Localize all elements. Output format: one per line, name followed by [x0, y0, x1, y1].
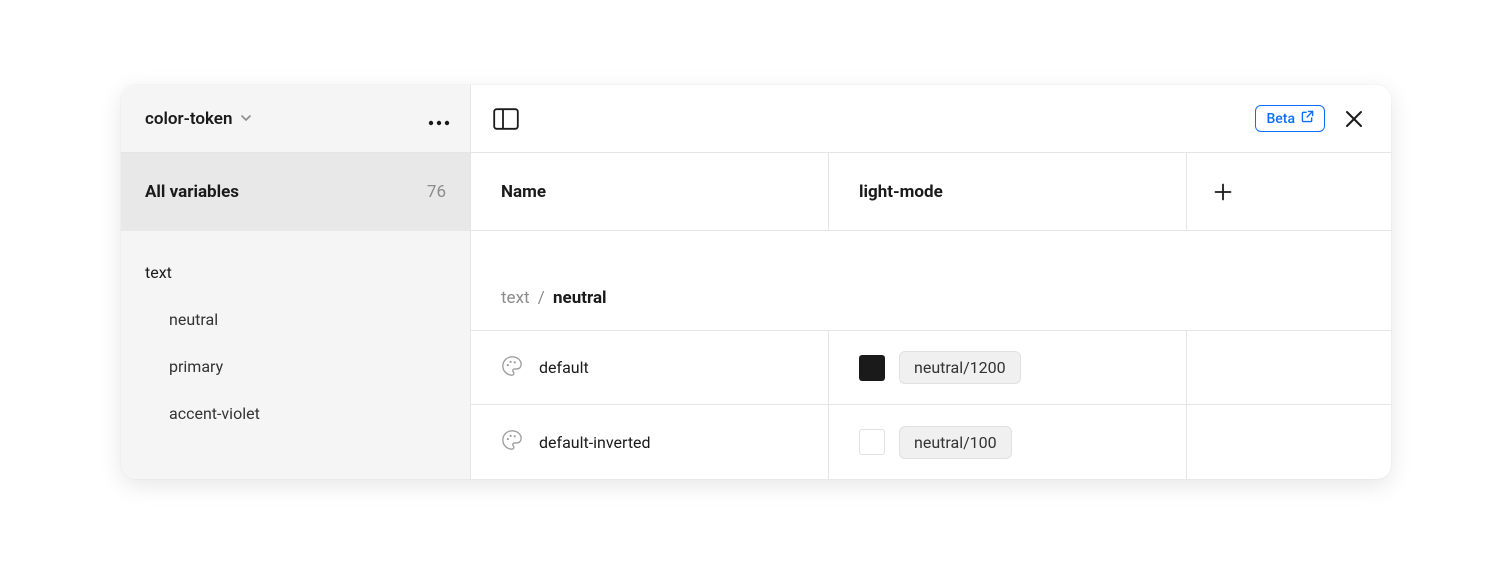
- main: Beta Name li: [471, 85, 1391, 479]
- token-chip: neutral/1200: [899, 351, 1021, 384]
- sidebar-item-label: accent-violet: [169, 404, 260, 423]
- sidebar-item-neutral[interactable]: neutral: [121, 296, 470, 343]
- variable-value-cell[interactable]: neutral/1200: [829, 331, 1187, 404]
- breadcrumb: text / neutral: [471, 231, 1391, 331]
- palette-icon: [501, 429, 523, 455]
- table-header: Name light-mode: [471, 153, 1391, 231]
- collection-dropdown[interactable]: color-token: [145, 109, 252, 129]
- beta-badge[interactable]: Beta: [1255, 105, 1325, 132]
- all-variables-count: 76: [427, 182, 446, 202]
- color-swatch: [859, 429, 885, 455]
- variable-name-cell[interactable]: default-inverted: [471, 405, 829, 479]
- token-chip: neutral/100: [899, 426, 1012, 459]
- sidebar-item-label: primary: [169, 357, 223, 376]
- breadcrumb-parent: text: [501, 288, 530, 308]
- collection-name: color-token: [145, 109, 232, 129]
- close-button[interactable]: [1339, 104, 1369, 134]
- variable-name: default: [539, 358, 589, 377]
- sidebar-item-label: text: [145, 263, 172, 282]
- sidebar-item-primary[interactable]: primary: [121, 343, 470, 390]
- variable-name: default-inverted: [539, 433, 651, 452]
- sidebar-item-text[interactable]: text: [121, 249, 470, 296]
- column-header-mode[interactable]: light-mode: [829, 153, 1187, 230]
- color-swatch: [859, 355, 885, 381]
- sidebar-item-accent-violet[interactable]: accent-violet: [121, 390, 470, 437]
- all-variables-row[interactable]: All variables 76: [121, 153, 470, 231]
- empty-cell: [1187, 331, 1391, 404]
- sidebar: color-token All variables 76 text neutra…: [121, 85, 471, 479]
- more-options-icon[interactable]: [428, 107, 450, 131]
- empty-cell: [1187, 405, 1391, 479]
- close-icon: [1343, 108, 1365, 130]
- sidebar-header: color-token: [121, 85, 470, 153]
- plus-icon: [1213, 182, 1233, 202]
- table-row: default neutral/1200: [471, 331, 1391, 405]
- variables-panel: color-token All variables 76 text neutra…: [121, 85, 1391, 479]
- chevron-down-icon: [240, 109, 252, 129]
- table-row: default-inverted neutral/100: [471, 405, 1391, 479]
- palette-icon: [501, 355, 523, 381]
- beta-label: Beta: [1266, 111, 1295, 127]
- sidebar-toggle-icon[interactable]: [493, 108, 519, 130]
- breadcrumb-separator: /: [534, 288, 549, 308]
- sidebar-item-label: neutral: [169, 310, 218, 329]
- variable-value-cell[interactable]: neutral/100: [829, 405, 1187, 479]
- add-mode-button[interactable]: [1187, 153, 1391, 230]
- column-header-name: Name: [471, 153, 829, 230]
- breadcrumb-current: neutral: [553, 288, 607, 308]
- all-variables-label: All variables: [145, 182, 239, 202]
- variable-name-cell[interactable]: default: [471, 331, 829, 404]
- toolbar: Beta: [471, 85, 1391, 153]
- group-list: text neutral primary accent-violet: [121, 231, 470, 455]
- external-link-icon: [1301, 110, 1314, 127]
